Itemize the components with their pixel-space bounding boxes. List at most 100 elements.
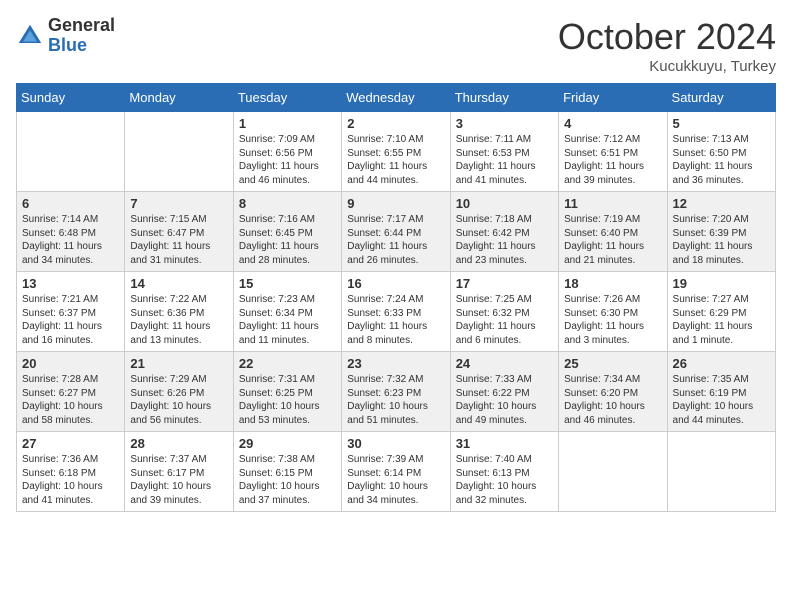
day-number: 24 — [456, 356, 553, 371]
day-info: Sunrise: 7:27 AM Sunset: 6:29 PM Dayligh… — [673, 293, 770, 347]
logo-blue: Blue — [48, 36, 115, 56]
location: Kucukkuyu, Turkey — [558, 58, 776, 75]
day-info: Sunrise: 7:38 AM Sunset: 6:15 PM Dayligh… — [239, 453, 336, 507]
calendar-cell: 18 Sunrise: 7:26 AM Sunset: 6:30 PM Dayli… — [559, 272, 667, 352]
day-info: Sunrise: 7:26 AM Sunset: 6:30 PM Dayligh… — [564, 293, 661, 347]
calendar-cell: 17 Sunrise: 7:25 AM Sunset: 6:32 PM Dayli… — [450, 272, 558, 352]
logo-general: General — [48, 16, 115, 36]
day-info: Sunrise: 7:32 AM Sunset: 6:23 PM Dayligh… — [347, 373, 444, 427]
calendar-table: SundayMondayTuesdayWednesdayThursdayFrid… — [16, 83, 776, 512]
calendar-cell: 6Sunrise: 7:14 AM Sunset: 6:48 PM Daylig… — [17, 192, 125, 272]
day-info: Sunrise: 7:15 AM Sunset: 6:47 PM Dayligh… — [130, 213, 227, 267]
calendar-cell: 25Sunrise: 7:34 AM Sunset: 6:20 PM Dayli… — [559, 352, 667, 432]
day-info: Sunrise: 7:33 AM Sunset: 6:22 PM Dayligh… — [456, 373, 553, 427]
calendar-cell: 3Sunrise: 7:11 AM Sunset: 6:53 PM Daylig… — [450, 112, 558, 192]
day-number: 28 — [130, 436, 227, 451]
day-info: Sunrise: 7:34 AM Sunset: 6:20 PM Dayligh… — [564, 373, 661, 427]
day-number: 30 — [347, 436, 444, 451]
day-number: 23 — [347, 356, 444, 371]
day-info: Sunrise: 7:14 AM Sunset: 6:48 PM Dayligh… — [22, 213, 119, 267]
day-info: Sunrise: 7:17 AM Sunset: 6:44 PM Dayligh… — [347, 213, 444, 267]
day-number: 21 — [130, 356, 227, 371]
day-number: 7 — [130, 196, 227, 211]
calendar-cell: 24 Sunrise: 7:33 AM Sunset: 6:22 PM Dayli… — [450, 352, 558, 432]
calendar-cell: 10Sunrise: 7:18 AM Sunset: 6:42 PM Dayli… — [450, 192, 558, 272]
calendar-cell: 14 Sunrise: 7:22 AM Sunset: 6:36 PM Dayli… — [125, 272, 233, 352]
calendar-cell: 1Sunrise: 7:09 AM Sunset: 6:56 PM Daylig… — [233, 112, 341, 192]
day-info: Sunrise: 7:22 AM Sunset: 6:36 PM Dayligh… — [130, 293, 227, 347]
calendar-cell: 15 Sunrise: 7:23 AM Sunset: 6:34 PM Dayli… — [233, 272, 341, 352]
day-number: 22 — [239, 356, 336, 371]
day-number: 18 — [564, 276, 661, 291]
day-info: Sunrise: 7:25 AM Sunset: 6:32 PM Dayligh… — [456, 293, 553, 347]
day-info: Sunrise: 7:29 AM Sunset: 6:26 PM Dayligh… — [130, 373, 227, 427]
calendar-cell: 8Sunrise: 7:16 AM Sunset: 6:45 PM Daylig… — [233, 192, 341, 272]
day-number: 27 — [22, 436, 119, 451]
weekday-header-sunday: Sunday — [17, 84, 125, 112]
day-info: Sunrise: 7:21 AM Sunset: 6:37 PM Dayligh… — [22, 293, 119, 347]
calendar-cell: 30 Sunrise: 7:39 AM Sunset: 6:14 PM Dayli… — [342, 432, 450, 512]
day-number: 10 — [456, 196, 553, 211]
calendar-cell: 12 Sunrise: 7:20 AM Sunset: 6:39 PM Dayli… — [667, 192, 775, 272]
calendar-cell: 28Sunrise: 7:37 AM Sunset: 6:17 PM Dayli… — [125, 432, 233, 512]
weekday-header-monday: Monday — [125, 84, 233, 112]
calendar-cell: 13 Sunrise: 7:21 AM Sunset: 6:37 PM Dayli… — [17, 272, 125, 352]
calendar-cell — [559, 432, 667, 512]
calendar-cell: 22 Sunrise: 7:31 AM Sunset: 6:25 PM Dayli… — [233, 352, 341, 432]
day-number: 4 — [564, 116, 661, 131]
day-number: 16 — [347, 276, 444, 291]
day-number: 13 — [22, 276, 119, 291]
calendar-cell — [17, 112, 125, 192]
calendar-week-5: 27 Sunrise: 7:36 AM Sunset: 6:18 PM Dayli… — [17, 432, 776, 512]
calendar-cell: 2 Sunrise: 7:10 AM Sunset: 6:55 PM Daylig… — [342, 112, 450, 192]
month-title: October 2024 — [558, 16, 776, 58]
logo: General Blue — [16, 16, 115, 56]
calendar-week-2: 6Sunrise: 7:14 AM Sunset: 6:48 PM Daylig… — [17, 192, 776, 272]
weekday-header-row: SundayMondayTuesdayWednesdayThursdayFrid… — [17, 84, 776, 112]
calendar-cell: 19Sunrise: 7:27 AM Sunset: 6:29 PM Dayli… — [667, 272, 775, 352]
day-number: 1 — [239, 116, 336, 131]
day-number: 12 — [673, 196, 770, 211]
calendar-cell: 7 Sunrise: 7:15 AM Sunset: 6:47 PM Daylig… — [125, 192, 233, 272]
day-number: 15 — [239, 276, 336, 291]
calendar-cell: 9 Sunrise: 7:17 AM Sunset: 6:44 PM Daylig… — [342, 192, 450, 272]
day-number: 29 — [239, 436, 336, 451]
calendar-cell: 5 Sunrise: 7:13 AM Sunset: 6:50 PM Daylig… — [667, 112, 775, 192]
calendar-cell: 16Sunrise: 7:24 AM Sunset: 6:33 PM Dayli… — [342, 272, 450, 352]
day-number: 20 — [22, 356, 119, 371]
day-info: Sunrise: 7:19 AM Sunset: 6:40 PM Dayligh… — [564, 213, 661, 267]
day-number: 5 — [673, 116, 770, 131]
day-info: Sunrise: 7:39 AM Sunset: 6:14 PM Dayligh… — [347, 453, 444, 507]
calendar-week-3: 13 Sunrise: 7:21 AM Sunset: 6:37 PM Dayli… — [17, 272, 776, 352]
weekday-header-wednesday: Wednesday — [342, 84, 450, 112]
day-info: Sunrise: 7:13 AM Sunset: 6:50 PM Dayligh… — [673, 133, 770, 187]
day-number: 31 — [456, 436, 553, 451]
day-number: 14 — [130, 276, 227, 291]
day-info: Sunrise: 7:28 AM Sunset: 6:27 PM Dayligh… — [22, 373, 119, 427]
day-info: Sunrise: 7:36 AM Sunset: 6:18 PM Dayligh… — [22, 453, 119, 507]
calendar-cell — [667, 432, 775, 512]
day-number: 11 — [564, 196, 661, 211]
calendar-cell: 4 Sunrise: 7:12 AM Sunset: 6:51 PM Daylig… — [559, 112, 667, 192]
logo-icon — [16, 22, 44, 50]
day-info: Sunrise: 7:11 AM Sunset: 6:53 PM Dayligh… — [456, 133, 553, 187]
day-number: 9 — [347, 196, 444, 211]
calendar-cell: 27 Sunrise: 7:36 AM Sunset: 6:18 PM Dayli… — [17, 432, 125, 512]
calendar-cell: 31Sunrise: 7:40 AM Sunset: 6:13 PM Dayli… — [450, 432, 558, 512]
weekday-header-saturday: Saturday — [667, 84, 775, 112]
weekday-header-tuesday: Tuesday — [233, 84, 341, 112]
day-info: Sunrise: 7:23 AM Sunset: 6:34 PM Dayligh… — [239, 293, 336, 347]
calendar-week-1: 1Sunrise: 7:09 AM Sunset: 6:56 PM Daylig… — [17, 112, 776, 192]
day-info: Sunrise: 7:20 AM Sunset: 6:39 PM Dayligh… — [673, 213, 770, 267]
day-number: 2 — [347, 116, 444, 131]
day-info: Sunrise: 7:12 AM Sunset: 6:51 PM Dayligh… — [564, 133, 661, 187]
calendar-cell: 29 Sunrise: 7:38 AM Sunset: 6:15 PM Dayli… — [233, 432, 341, 512]
title-block: October 2024 Kucukkuyu, Turkey — [558, 16, 776, 75]
day-number: 17 — [456, 276, 553, 291]
day-info: Sunrise: 7:31 AM Sunset: 6:25 PM Dayligh… — [239, 373, 336, 427]
weekday-header-thursday: Thursday — [450, 84, 558, 112]
day-info: Sunrise: 7:35 AM Sunset: 6:19 PM Dayligh… — [673, 373, 770, 427]
page-header: General Blue October 2024 Kucukkuyu, Tur… — [16, 16, 776, 75]
weekday-header-friday: Friday — [559, 84, 667, 112]
day-info: Sunrise: 7:10 AM Sunset: 6:55 PM Dayligh… — [347, 133, 444, 187]
